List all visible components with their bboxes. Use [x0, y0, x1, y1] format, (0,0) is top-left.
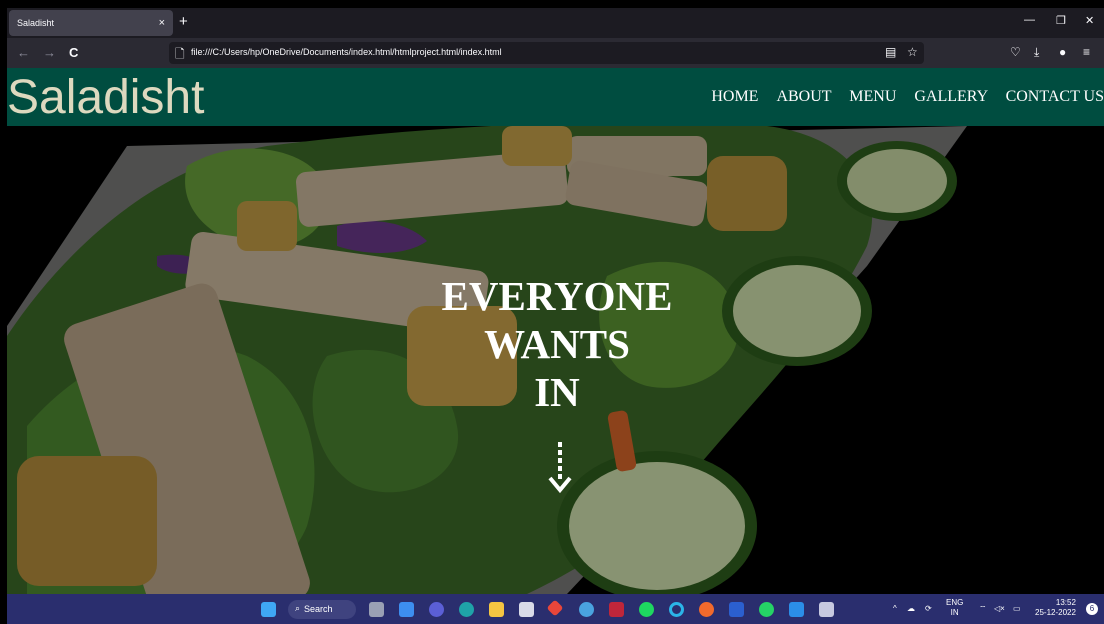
notification-badge[interactable]: 6: [1086, 603, 1098, 615]
firefox-icon[interactable]: [699, 602, 714, 617]
start-icon[interactable]: [261, 602, 276, 617]
minimize-icon[interactable]: —: [1024, 14, 1035, 26]
main-nav: HOME ABOUT MENU GALLERY CONTACT US: [697, 88, 1104, 106]
browser-tab-bar: Saladisht × + — ❐ ✕: [7, 8, 1104, 38]
download-icon[interactable]: ⤓: [1034, 45, 1039, 60]
headline-line-2: WANTS: [484, 321, 630, 367]
edge-icon[interactable]: [459, 602, 474, 617]
nav-about[interactable]: ABOUT: [776, 88, 831, 105]
cloud-icon[interactable]: ☁: [907, 604, 915, 614]
spotify-icon[interactable]: [639, 602, 654, 617]
reload-icon[interactable]: C: [69, 45, 78, 60]
account-icon[interactable]: ●: [1059, 45, 1066, 59]
lang-top: ENG: [946, 598, 964, 607]
nav-contact-us[interactable]: CONTACT US: [1006, 88, 1104, 105]
lang-bottom: IN: [950, 608, 959, 617]
address-bar[interactable]: 🗋 file:///C:/Users/hp/OneDrive/Documents…: [169, 42, 924, 64]
site-header: Saladisht HOME ABOUT MENU GALLERY CONTAC…: [7, 68, 1104, 126]
anydesk-icon[interactable]: [546, 599, 564, 617]
windows-taskbar: Search ⌕ ^ ☁ ⟳ ENG IN ⌔ ◁× ▭ 13:52 25-12…: [7, 594, 1104, 624]
bookmark-star-icon[interactable]: ☆: [907, 45, 918, 59]
new-tab-button[interactable]: +: [179, 13, 188, 30]
sync-icon[interactable]: ⟳: [925, 604, 932, 614]
web-page: Saladisht HOME ABOUT MENU GALLERY CONTAC…: [7, 68, 1104, 594]
show-hidden-icons-icon[interactable]: ^: [893, 604, 897, 614]
word-icon[interactable]: [729, 602, 744, 617]
snipping-tool-icon[interactable]: [819, 602, 834, 617]
volume-icon[interactable]: ◁×: [994, 604, 1005, 614]
tab-title: Saladisht: [17, 18, 55, 28]
tab-saladisht[interactable]: Saladisht ×: [9, 10, 173, 36]
pocket-icon[interactable]: ♡: [1010, 45, 1021, 59]
task-view-icon[interactable]: [369, 602, 384, 617]
clock-date: 25-12-2022: [1035, 608, 1076, 617]
file-explorer-icon[interactable]: [489, 602, 504, 617]
scroll-down-arrow-icon[interactable]: [547, 442, 573, 496]
browser-toolbar: ← → C 🗋 file:///C:/Users/hp/OneDrive/Doc…: [7, 38, 1104, 68]
menu-icon[interactable]: ≡: [1083, 45, 1090, 59]
close-window-icon[interactable]: ✕: [1085, 14, 1094, 27]
mcafee-icon[interactable]: [609, 602, 624, 617]
whatsapp-icon[interactable]: [759, 602, 774, 617]
language-indicator[interactable]: ENG IN: [946, 598, 963, 618]
hero-headline: EVERYONE WANTS IN: [337, 272, 777, 416]
nav-gallery[interactable]: GALLERY: [914, 88, 987, 105]
cortana-icon[interactable]: [669, 602, 684, 617]
url-text[interactable]: file:///C:/Users/hp/OneDrive/Documents/i…: [191, 47, 502, 57]
clock-time: 13:52: [1055, 598, 1076, 607]
close-tab-icon[interactable]: ×: [159, 10, 165, 36]
forward-icon[interactable]: →: [43, 45, 56, 60]
nav-menu[interactable]: MENU: [849, 88, 896, 105]
reader-view-icon[interactable]: ▤: [885, 45, 896, 59]
widgets-icon[interactable]: [399, 602, 414, 617]
store-icon[interactable]: [519, 602, 534, 617]
site-logo[interactable]: Saladisht: [7, 72, 204, 124]
nav-home[interactable]: HOME: [711, 88, 758, 105]
restore-icon[interactable]: ❐: [1056, 14, 1066, 27]
clock[interactable]: 13:52 25-12-2022: [1035, 598, 1076, 618]
wifi-icon[interactable]: ⌔: [979, 604, 987, 614]
page-icon: 🗋: [175, 47, 185, 61]
chat-icon[interactable]: [429, 602, 444, 617]
hero-section: EVERYONE WANTS IN: [7, 126, 1104, 594]
search-label: Search: [304, 604, 333, 614]
headline-line-1: EVERYONE: [441, 273, 673, 319]
battery-icon[interactable]: ▭: [1013, 604, 1021, 614]
vscode-icon[interactable]: [789, 602, 804, 617]
search-icon: ⌕: [295, 603, 301, 613]
back-icon[interactable]: ←: [17, 45, 30, 60]
headline-line-3: IN: [534, 369, 580, 415]
app-icon[interactable]: [579, 602, 594, 617]
